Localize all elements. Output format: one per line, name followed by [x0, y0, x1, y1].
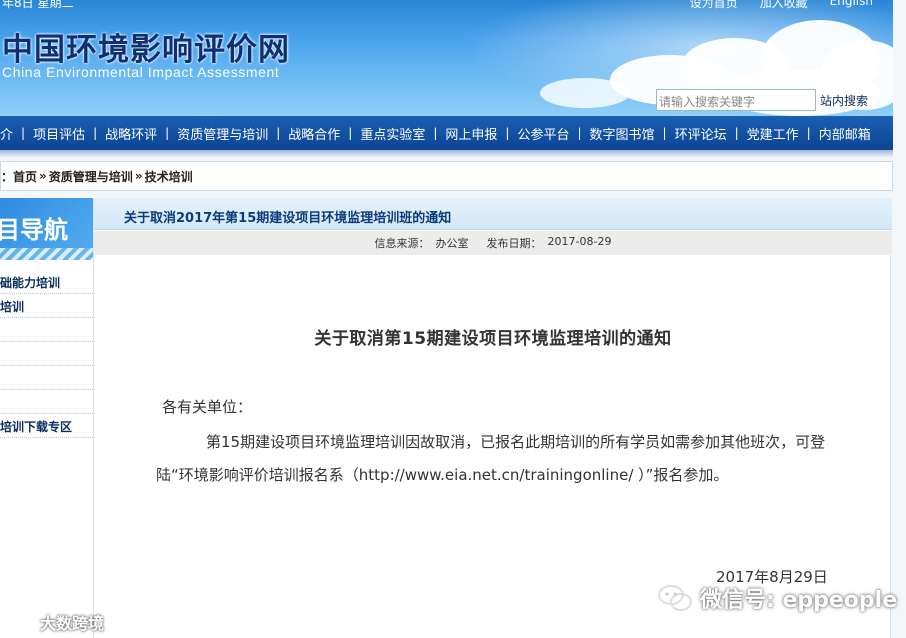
sidebar-divider [0, 366, 93, 390]
date-info: 发布日期： 2017-08-29 [487, 235, 612, 251]
nav-separator: | [806, 126, 811, 140]
header-date: 年8日 星期二 [2, 0, 74, 10]
sidebar: 目导航 础能力培训 培训 培训下载专区 [0, 198, 93, 638]
nav-item-online-apply[interactable]: 网上申报 [445, 124, 497, 143]
nav-shadow [0, 150, 893, 158]
nav-item-party[interactable]: 党建工作 [747, 124, 799, 143]
article-title-bar: 关于取消2017年第15期建设项目环境监理培训班的通知 [94, 198, 892, 230]
nav-separator: | [433, 126, 438, 140]
breadcrumb: ： 首页 » 资质管理与培训 » 技术培训 [0, 161, 893, 191]
article-panel: 关于取消2017年第15期建设项目环境监理培训班的通知 信息来源： 办公室 发布… [93, 198, 892, 638]
sidebar-header: 目导航 [0, 198, 93, 260]
search-input[interactable]: 请输入搜索关键字 [656, 89, 816, 111]
article-salutation: 各有关单位： [162, 398, 253, 416]
breadcrumb-qualification[interactable]: 资质管理与培训 [49, 168, 133, 185]
main-nav: 介 | 项目评估 | 战略环评 | 资质管理与培训 | 战略合作 | 重点实验室… [0, 116, 893, 150]
top-links: 设为首页 加入收藏 English [690, 0, 873, 11]
source-label: 信息来源： [374, 237, 430, 250]
watermark-left-text: 大数跨境 [40, 614, 105, 633]
english-link[interactable]: English [830, 0, 873, 11]
sidebar-item-training-download[interactable]: 培训下载专区 [0, 414, 93, 438]
sidebar-title: 目导航 [0, 215, 68, 244]
nav-item-public-participation[interactable]: 公参平台 [517, 124, 569, 143]
nav-item-lab[interactable]: 重点实验室 [360, 124, 425, 143]
nav-separator: | [21, 126, 26, 140]
article-meta: 信息来源： 办公室 发布日期： 2017-08-29 [94, 231, 892, 255]
breadcrumb-tech-training[interactable]: 技术培训 [145, 168, 193, 185]
add-favorite-link[interactable]: 加入收藏 [760, 0, 808, 11]
sidebar-stripe [0, 248, 93, 260]
article-body: 第15期建设项目环境监理培训因故取消，已报名此期培训的所有学员如需参加其他班次，… [156, 426, 836, 492]
sidebar-item-training[interactable]: 培训 [0, 294, 93, 318]
article-body-text: 第15期建设项目环境监理培训因故取消，已报名此期培训的所有学员如需参加其他班次，… [156, 433, 826, 484]
nav-item-mail[interactable]: 内部邮箱 [819, 124, 871, 143]
watermark-left: 大数跨境 [6, 610, 104, 634]
breadcrumb-prefix: ： [1, 169, 14, 184]
watermark-right-text: 微信号: eppeople [700, 588, 898, 613]
breadcrumb-home[interactable]: 首页 [13, 168, 37, 185]
sidebar-item-basic-training[interactable]: 础能力培训 [0, 270, 93, 294]
search-button[interactable]: 站内搜索 [820, 92, 868, 109]
date-label: 发布日期： [486, 237, 542, 250]
set-homepage-link[interactable]: 设为首页 [690, 0, 738, 11]
nav-separator: | [348, 126, 353, 140]
source-value: 办公室 [435, 237, 469, 250]
article-title: 关于取消第15期建设项目环境监理培训的通知 [314, 329, 672, 349]
sidebar-divider [0, 318, 93, 342]
article-header-title: 关于取消2017年第15期建设项目环境监理培训班的通知 [124, 211, 452, 226]
sidebar-divider [0, 342, 93, 366]
nav-separator: | [505, 126, 510, 140]
source-info: 信息来源： 办公室 [375, 235, 469, 251]
site-logo-en: China Environmental Impact Assessment [2, 64, 280, 80]
breadcrumb-separator: » [134, 169, 143, 183]
nav-item-project-eval[interactable]: 项目评估 [33, 124, 85, 143]
nav-separator: | [734, 126, 739, 140]
site-logo-cn[interactable]: 中国环境影响评价网 [2, 24, 290, 69]
breadcrumb-separator: » [39, 169, 47, 183]
nav-separator: | [93, 126, 98, 140]
watermark-logo-icon [7, 614, 34, 630]
nav-separator: | [276, 126, 281, 140]
sidebar-divider [0, 390, 93, 414]
nav-item-strategic-eia[interactable]: 战略环评 [105, 124, 157, 143]
site-header: 年8日 星期二 设为首页 加入收藏 English 中国环境影响评价网 Chin… [0, 0, 893, 116]
nav-item-forum[interactable]: 环评论坛 [675, 124, 727, 143]
nav-item-digital-library[interactable]: 数字图书馆 [590, 124, 655, 143]
watermark-right: 微信号: eppeople [656, 582, 897, 614]
nav-item-intro[interactable]: 介 [0, 124, 13, 143]
nav-item-cooperation[interactable]: 战略合作 [288, 124, 340, 143]
nav-separator: | [165, 126, 170, 140]
nav-item-qualification[interactable]: 资质管理与培训 [177, 124, 268, 143]
wechat-icon [658, 585, 692, 611]
nav-separator: | [577, 126, 582, 140]
date-value: 2017-08-29 [547, 235, 612, 248]
nav-separator: | [662, 126, 667, 140]
